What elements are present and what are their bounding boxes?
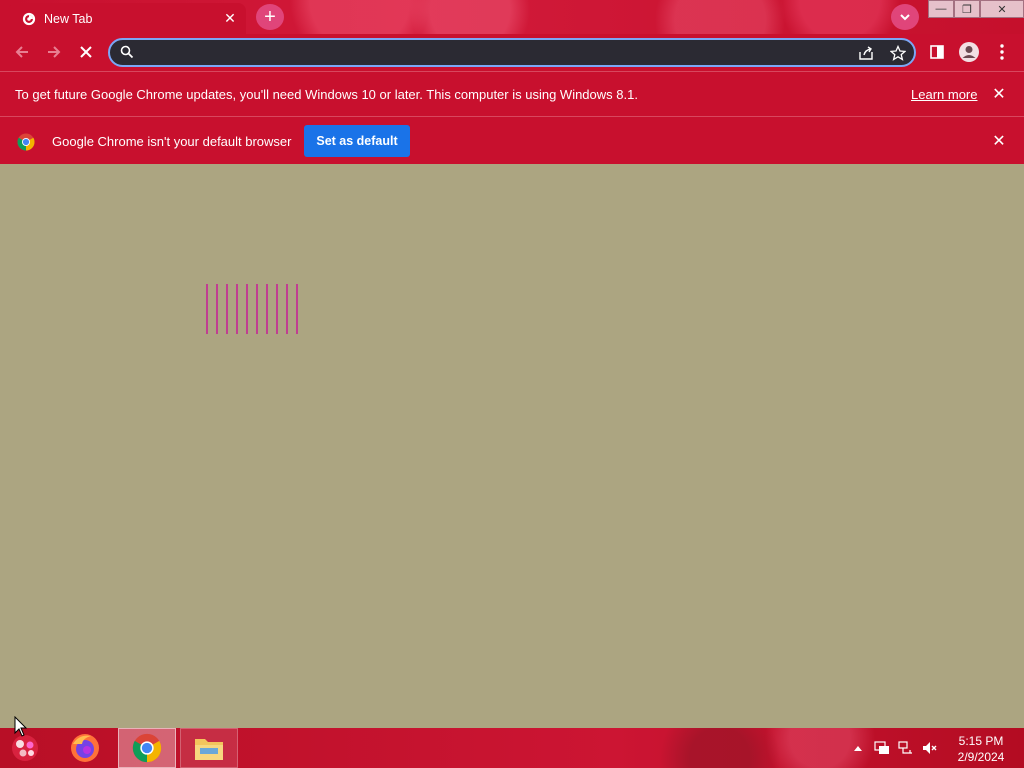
close-icon[interactable]: ✕	[989, 84, 1009, 104]
bookmark-star-icon[interactable]	[888, 43, 908, 63]
stop-icon	[80, 46, 92, 58]
page-content	[0, 164, 1024, 728]
window-controls: — ❐ ✕	[928, 0, 1024, 18]
windows-taskbar: 5:15 PM 2/9/2024	[0, 728, 1024, 768]
loading-indicator	[206, 284, 298, 334]
chevron-down-icon	[900, 14, 910, 21]
new-tab-button[interactable]: +	[256, 4, 284, 30]
action-center-icon[interactable]	[874, 740, 890, 756]
default-browser-infobar: Google Chrome isn't your default browser…	[0, 116, 1024, 164]
update-infobar: To get future Google Chrome updates, you…	[0, 71, 1024, 116]
taskbar-firefox[interactable]	[56, 728, 114, 768]
forward-button[interactable]	[40, 38, 68, 66]
restore-button[interactable]: ❐	[954, 0, 980, 18]
back-icon	[15, 46, 28, 58]
side-panel-icon[interactable]	[925, 40, 949, 64]
more-menu-icon[interactable]	[990, 40, 1014, 64]
network-icon[interactable]	[898, 740, 914, 756]
show-hidden-icons-icon[interactable]	[850, 740, 866, 756]
close-window-button[interactable]: ✕	[980, 0, 1024, 18]
folder-icon	[195, 739, 223, 760]
address-bar[interactable]	[108, 38, 916, 67]
clock-time: 5:15 PM	[958, 734, 1004, 748]
profile-icon[interactable]	[957, 40, 981, 64]
learn-more-link[interactable]: Learn more	[911, 87, 977, 102]
clock-date: 2/9/2024	[957, 750, 1005, 764]
search-icon	[120, 45, 134, 59]
set-as-default-button[interactable]: Set as default	[304, 125, 410, 157]
tab-title: New Tab	[44, 11, 93, 26]
firefox-icon	[71, 734, 99, 762]
update-message: To get future Google Chrome updates, you…	[15, 87, 638, 102]
browser-toolbar	[0, 34, 1024, 71]
volume-muted-icon[interactable]	[922, 740, 938, 756]
close-icon[interactable]: ✕	[989, 131, 1009, 151]
taskbar-file-explorer[interactable]	[180, 728, 238, 768]
tab-close-icon[interactable]: ✕	[220, 9, 240, 29]
address-input[interactable]	[140, 40, 840, 65]
share-icon[interactable]	[856, 43, 876, 63]
stop-button[interactable]	[72, 38, 100, 66]
tab-favicon-icon	[22, 12, 36, 25]
chrome-icon	[132, 733, 162, 763]
browser-title-bar: New Tab ✕ + — ❐ ✕	[0, 0, 1024, 34]
forward-icon	[48, 46, 61, 58]
tab-search-button[interactable]	[891, 4, 919, 30]
taskbar-chrome[interactable]	[118, 728, 176, 768]
back-button[interactable]	[8, 38, 36, 66]
minimize-button[interactable]: —	[928, 0, 954, 18]
default-browser-message: Google Chrome isn't your default browser	[52, 134, 292, 149]
taskbar-clock[interactable]: 5:15 PM 2/9/2024	[950, 733, 1012, 765]
chrome-logo-icon	[17, 133, 35, 151]
tab-new-tab[interactable]: New Tab ✕	[8, 3, 246, 34]
mouse-cursor-icon	[14, 716, 28, 737]
